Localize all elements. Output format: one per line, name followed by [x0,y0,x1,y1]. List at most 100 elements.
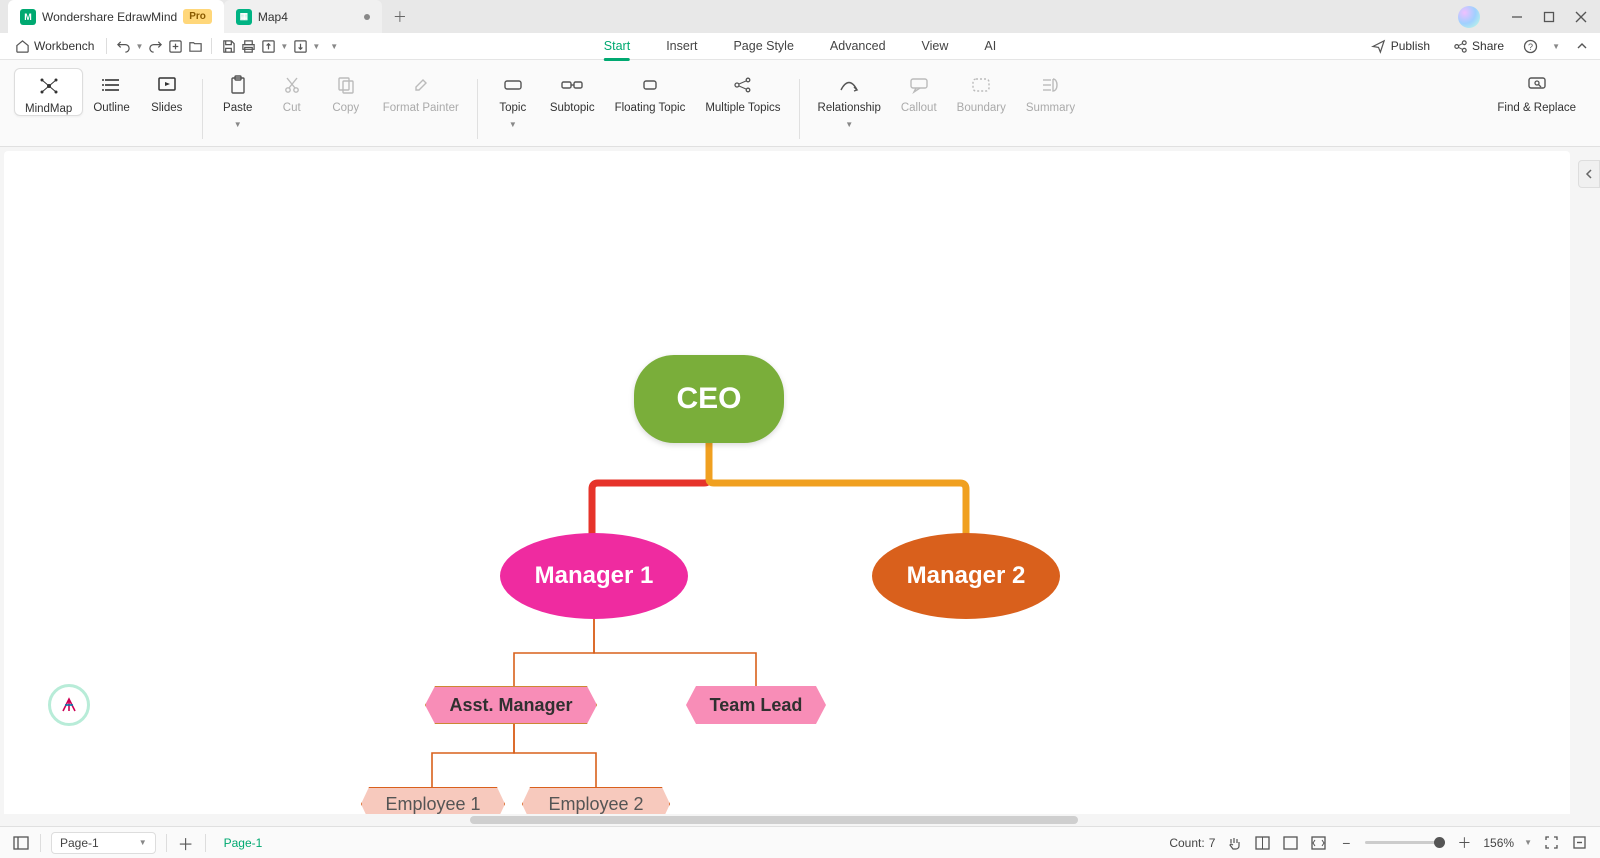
add-page-button[interactable]: ＋ [177,834,195,852]
fit-page-button[interactable] [1281,834,1299,852]
floating-icon [639,74,661,96]
find-label: Find & Replace [1497,102,1576,114]
redo-button[interactable] [147,38,163,54]
paste-button[interactable]: Paste ▼ [211,68,265,129]
pages-panel-button[interactable] [12,834,30,852]
menu-ai[interactable]: AI [966,33,1014,60]
minimize-canvas-button[interactable] [1570,834,1588,852]
page-selector[interactable]: Page-1 ▼ [51,832,156,854]
user-avatar[interactable] [1458,6,1480,28]
menu-insert[interactable]: Insert [648,33,715,60]
export-dropdown[interactable]: ▼ [280,42,288,51]
cut-button[interactable]: Cut [265,68,319,114]
undo-button[interactable] [115,38,131,54]
scrollbar-thumb[interactable] [470,816,1078,824]
floating-topic-button[interactable]: Floating Topic [605,68,696,114]
slides-label: Slides [151,102,182,114]
minimize-button[interactable] [1502,2,1532,32]
find-replace-button[interactable]: Find & Replace [1487,68,1586,114]
document-tab[interactable]: ▦ Map4 [224,0,382,33]
open-button[interactable] [187,38,203,54]
zoom-slider-thumb[interactable] [1434,837,1445,848]
title-bar: M Wondershare EdrawMind Pro ▦ Map4 ＋ [0,0,1600,33]
topic-caret-icon: ▼ [509,120,517,129]
menu-page-style[interactable]: Page Style [715,33,811,60]
zoom-out-button[interactable]: − [1337,834,1355,852]
import-button[interactable] [292,38,308,54]
summary-button[interactable]: Summary [1016,68,1085,114]
horizontal-scrollbar[interactable] [0,814,1600,826]
copy-icon [335,74,357,96]
collapse-ribbon-button[interactable] [1574,38,1590,54]
node-manager-1[interactable]: Manager 1 [500,533,688,619]
hand-tool-button[interactable] [1225,834,1243,852]
menu-view[interactable]: View [904,33,967,60]
fit-width-button[interactable] [1309,834,1327,852]
print-button[interactable] [240,38,256,54]
copy-label: Copy [332,102,359,114]
pro-badge: Pro [183,9,212,24]
zoom-slider[interactable] [1365,841,1445,844]
qat-more[interactable]: ▼ [330,42,338,51]
import-dropdown[interactable]: ▼ [312,42,320,51]
help-button[interactable]: ? [1522,38,1538,54]
help-dropdown[interactable]: ▼ [1552,42,1560,51]
boundary-button[interactable]: Boundary [947,68,1016,114]
copy-button[interactable]: Copy [319,68,373,114]
brush-icon [410,74,432,96]
svg-text:?: ? [1528,42,1533,52]
menu-bar: Start Insert Page Style Advanced View AI [586,33,1014,60]
ai-icon [59,695,79,715]
canvas[interactable]: CEO Manager 1 Manager 2 Asst. Manager Te… [4,151,1570,822]
node-manager-2[interactable]: Manager 2 [872,533,1060,619]
share-button[interactable]: Share [1448,36,1508,56]
ai-assistant-button[interactable] [48,684,90,726]
zoom-dropdown[interactable]: ▼ [1524,838,1532,847]
multiple-topics-button[interactable]: Multiple Topics [695,68,790,114]
callout-icon [908,74,930,96]
node-asst-manager[interactable]: Asst. Manager [425,686,597,724]
fullscreen-button[interactable] [1542,834,1560,852]
close-button[interactable] [1566,2,1596,32]
view-mindmap-button[interactable]: MindMap [14,68,83,116]
outline-icon [101,74,123,96]
quick-access-bar: Workbench ▼ ▼ ▼ ▼ Start Insert Page Styl… [0,33,1600,60]
page-tab-1[interactable]: Page-1 [216,836,271,850]
relationship-button[interactable]: Relationship ▼ [808,68,891,129]
paste-icon [227,74,249,96]
format-painter-button[interactable]: Format Painter [373,68,469,114]
subtopic-button[interactable]: Subtopic [540,68,605,114]
callout-button[interactable]: Callout [891,68,947,114]
floating-label: Floating Topic [615,102,686,114]
node-ceo[interactable]: CEO [634,355,784,443]
export-button[interactable] [260,38,276,54]
undo-dropdown[interactable]: ▼ [135,42,143,51]
right-panel-toggle[interactable] [1578,160,1600,188]
search-icon [1526,74,1548,96]
add-tab-button[interactable]: ＋ [390,7,410,27]
menu-start[interactable]: Start [586,33,648,60]
subtopic-label: Subtopic [550,102,595,114]
menu-advanced[interactable]: Advanced [812,33,904,60]
single-page-button[interactable] [1253,834,1271,852]
outline-label: Outline [93,102,129,114]
zoom-value[interactable]: 156% [1483,836,1514,850]
topic-button[interactable]: Topic ▼ [486,68,540,129]
node-team-lead[interactable]: Team Lead [686,686,826,724]
zoom-in-button[interactable]: ＋ [1455,834,1473,852]
summary-icon [1039,74,1061,96]
slides-icon [156,74,178,96]
view-slides-button[interactable]: Slides [140,68,194,114]
maximize-button[interactable] [1534,2,1564,32]
view-outline-button[interactable]: Outline [83,68,139,114]
relationship-label: Relationship [818,102,881,114]
publish-button[interactable]: Publish [1367,36,1434,56]
topic-icon [502,74,524,96]
callout-label: Callout [901,102,937,114]
relationship-caret-icon: ▼ [845,120,853,129]
new-button[interactable] [167,38,183,54]
fmt-label: Format Painter [383,102,459,114]
workbench-button[interactable]: Workbench [10,36,98,56]
app-tab[interactable]: M Wondershare EdrawMind Pro [8,0,224,33]
save-button[interactable] [220,38,236,54]
